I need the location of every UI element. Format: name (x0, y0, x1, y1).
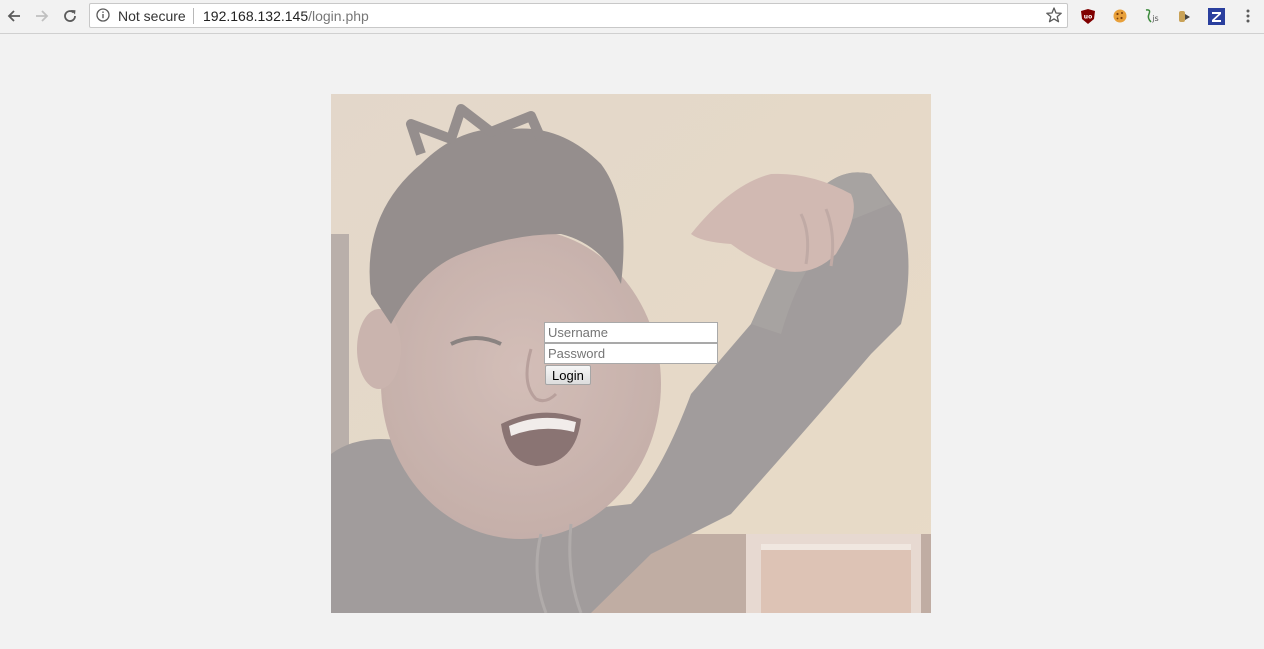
ublock-extension[interactable]: uo (1079, 7, 1097, 25)
javascript-toggle-icon: js (1145, 9, 1159, 23)
ublock-icon: uo (1081, 8, 1095, 24)
url-host: 192.168.132.145 (203, 8, 309, 24)
cookie-extension[interactable] (1111, 7, 1129, 25)
url-path: /login.php (308, 8, 369, 24)
svg-text:js: js (1151, 14, 1158, 23)
address-separator (193, 8, 194, 24)
menu-dots-icon (1246, 9, 1250, 23)
reload-icon (64, 10, 76, 22)
login-form: Login (544, 322, 724, 385)
back-button[interactable] (3, 5, 25, 27)
privacy-extension-icon (1179, 11, 1190, 22)
privacy-extension[interactable] (1175, 7, 1193, 25)
info-icon[interactable] (96, 8, 110, 22)
security-status[interactable]: Not secure (118, 8, 186, 24)
bookmark-star-icon[interactable] (1045, 6, 1063, 24)
back-arrow-icon (7, 10, 20, 22)
reload-button[interactable] (59, 5, 81, 27)
zotero-extension[interactable] (1207, 7, 1225, 25)
forward-button[interactable] (31, 5, 53, 27)
browser-toolbar: Not secure 192.168.132.145/login.php uo … (0, 0, 1264, 34)
address-bar[interactable]: Not secure 192.168.132.145/login.php (89, 3, 1068, 28)
password-input[interactable] (544, 343, 718, 364)
url-text[interactable]: 192.168.132.145/login.php (203, 8, 369, 24)
javascript-toggle-extension[interactable]: js (1143, 7, 1161, 25)
forward-arrow-icon (36, 10, 49, 22)
username-input[interactable] (544, 322, 718, 343)
zotero-icon (1207, 7, 1225, 25)
svg-text:uo: uo (1084, 13, 1092, 20)
cookie-icon (1113, 9, 1127, 23)
login-button[interactable]: Login (545, 365, 591, 385)
browser-menu-button[interactable] (1239, 7, 1257, 25)
